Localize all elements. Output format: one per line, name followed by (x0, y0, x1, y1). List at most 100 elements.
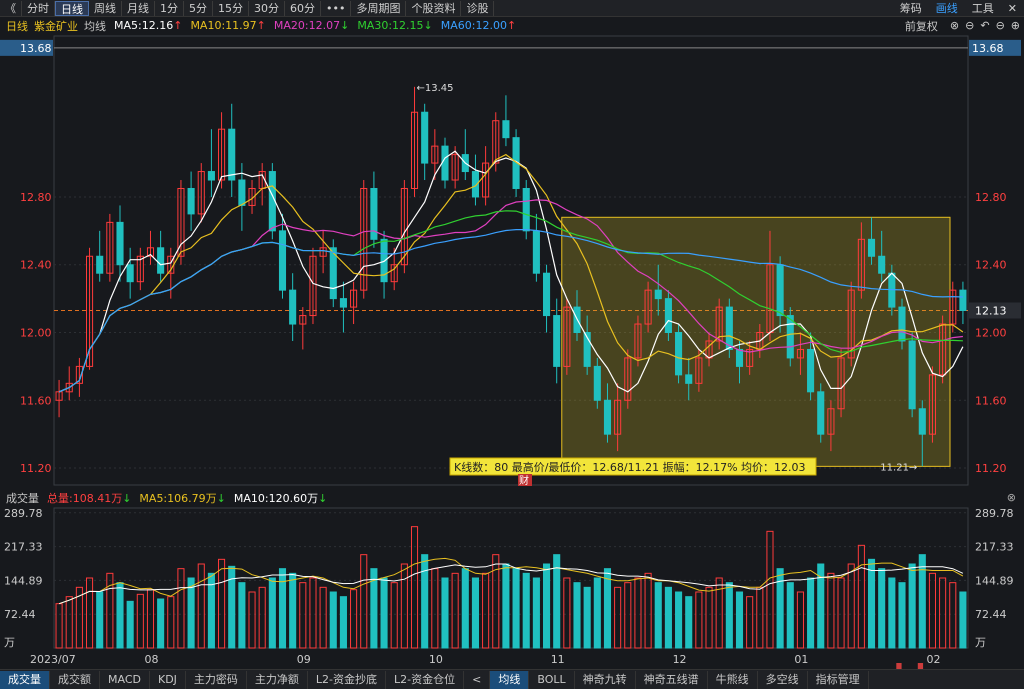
indicator-tab[interactable]: L2-资金仓位 (386, 670, 465, 689)
overlay-tab[interactable]: BOLL (529, 670, 575, 689)
volume-bar (857, 544, 865, 649)
overlay-tab[interactable]: 均线 (490, 670, 530, 689)
volume-bar (370, 568, 378, 649)
period-button-4[interactable]: 1分 (155, 0, 184, 16)
ma10-line (58, 153, 964, 393)
ma30-line (58, 210, 963, 393)
volume-legend-item: 总量:108.41万↓ (47, 491, 132, 505)
adjust-label[interactable]: 前复权 (905, 18, 938, 34)
candle-body (55, 391, 63, 401)
low-annotation: 11.21→ (880, 462, 917, 473)
chart-control-icon[interactable]: ↶ (980, 19, 989, 32)
indicator-tabs: 成交量 成交额 MACD KDJ 主力密码 主力净额 L2-资金抄底 L2-资金仓位 < 均线 BO… (0, 669, 1024, 689)
price-chart[interactable]: 12.80 12.80 12.40 12.40 12.00 12.00 11.60 11.60… (0, 0, 1024, 689)
overlay-tab[interactable]: 牛熊线 (708, 670, 758, 689)
overlay-tab[interactable]: 指标管理 (808, 670, 869, 689)
candle-body (116, 221, 124, 266)
candle-body (197, 171, 205, 215)
period-button-12[interactable]: 诊股 (461, 0, 495, 16)
volume-bar (776, 568, 784, 649)
volume-bar (360, 554, 368, 649)
ma-values: MA5:12.16↑ MA10:11.97↑ MA20:12.07↓ MA30:12.… (106, 19, 516, 32)
toolbar-right-0[interactable]: 筹码 (893, 1, 929, 16)
candle-body (319, 247, 327, 257)
toolbar-right-1[interactable]: 画线 (929, 1, 965, 16)
indicator-tab[interactable]: 主力净额 (247, 670, 308, 689)
period-button-9[interactable]: ••• (321, 0, 352, 16)
reference-label-left: 13.68 (20, 42, 52, 55)
close-icon[interactable]: ⊗ (1007, 491, 1016, 504)
indicator-tab[interactable]: 成交量 (0, 670, 50, 689)
chart-control-icon[interactable]: ⊖ (965, 19, 974, 32)
indicator-tab[interactable]: 成交额 (50, 670, 100, 689)
indicator-tab[interactable]: MACD (100, 670, 150, 689)
tab-scroll-left-icon[interactable]: < (464, 670, 491, 689)
price-tick-label-right: 11.60 (975, 394, 1007, 407)
volume-bar (85, 577, 94, 649)
candle-body (441, 145, 449, 181)
chart-control-icon[interactable]: ⊖ (996, 19, 1005, 32)
indicator-tab[interactable]: KDJ (150, 670, 186, 689)
period-button-10[interactable]: 多周期图 (351, 0, 407, 16)
volume-bar (593, 577, 601, 649)
overlay-tab[interactable]: 神奇九转 (575, 670, 636, 689)
volume-title: 成交量 (6, 491, 39, 505)
period-button-8[interactable]: 60分 (285, 0, 321, 16)
period-button-6[interactable]: 15分 (213, 0, 249, 16)
candle-body (654, 289, 662, 300)
toolbar-right: 筹码 画线 工具 ✕ (893, 0, 1024, 17)
volume-bar (329, 591, 337, 649)
candle-body (827, 408, 835, 435)
summary-box-text: K线数：80 最高价/最低价：12.68/11.21 振幅：12.17% 均价：… (454, 460, 806, 474)
ma-legend-item: MA10:11.97↑ (190, 19, 266, 32)
indicator-type[interactable]: 均线 (84, 18, 106, 34)
overlay-tab[interactable]: 多空线 (758, 670, 808, 689)
volume-bar (878, 568, 886, 649)
toolbar-right-2[interactable]: 工具 (965, 1, 1001, 16)
candle-body (431, 145, 439, 164)
volume-tick-label-left: 144.89 (4, 574, 43, 587)
period-button-1[interactable]: 日线 (55, 0, 89, 16)
volume-bar (157, 598, 165, 649)
volume-bar (959, 591, 967, 649)
volume-bar (949, 582, 957, 649)
candle-body (167, 255, 175, 274)
candle-body (75, 365, 83, 384)
candle-body (563, 306, 571, 367)
ma-legend-item: MA60:12.00↑ (440, 19, 517, 32)
volume-bar (634, 577, 642, 649)
chart-control-icon[interactable]: ⊗ (950, 19, 959, 32)
volume-ma10-line (58, 563, 964, 605)
period-button-7[interactable]: 30分 (249, 0, 285, 16)
candle-body (482, 162, 490, 198)
volume-panel-frame (53, 507, 969, 649)
chart-control-icon[interactable]: ⊕ (1011, 19, 1020, 32)
volume-bar (928, 572, 937, 649)
indicator-tab[interactable]: L2-资金抄底 (308, 670, 387, 689)
back-icon[interactable]: 《 (0, 0, 22, 16)
high-annotation: ←13.45 (417, 83, 454, 94)
period-button-3[interactable]: 月线 (122, 0, 155, 16)
volume-tick-label-right: 万 (975, 636, 986, 649)
indicator-tab[interactable]: 主力密码 (186, 670, 247, 689)
volume-bar (187, 577, 195, 649)
price-tick-label-left: 12.40 (20, 259, 52, 272)
volume-bar (746, 596, 754, 649)
overlay-tab[interactable]: 神奇五线谱 (636, 670, 708, 689)
toolbar-right-3[interactable]: ✕ (1001, 1, 1024, 16)
period-button-0[interactable]: 分时 (22, 0, 55, 16)
volume-bar (624, 582, 632, 649)
volume-bar (827, 572, 835, 649)
period-button-11[interactable]: 个股资料 (406, 0, 462, 16)
period-button-5[interactable]: 5分 (184, 0, 213, 16)
volume-bar (563, 577, 571, 649)
candle-body (867, 238, 876, 257)
volume-legend-item: MA5:106.79万↓ (139, 491, 226, 505)
candle-body (309, 255, 317, 317)
volume-bar (685, 596, 693, 649)
volume-bar (756, 586, 764, 649)
volume-bar (837, 577, 845, 649)
volume-bar (207, 572, 215, 649)
volume-bar (735, 591, 744, 649)
period-button-2[interactable]: 周线 (89, 0, 122, 16)
